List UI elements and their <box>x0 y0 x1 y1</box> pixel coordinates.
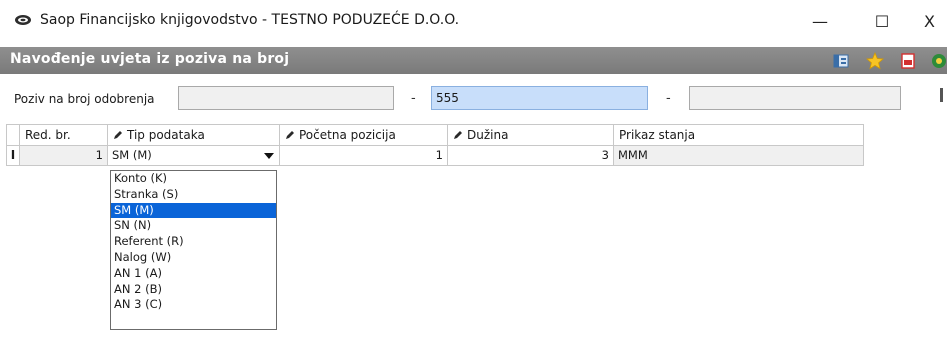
pdf-icon[interactable] <box>899 52 917 70</box>
column-header-tip-podataka[interactable]: Tip podataka <box>108 124 280 146</box>
dropdown-option[interactable]: Konto (K) <box>111 171 276 187</box>
dropdown-option[interactable]: AN 3 (C) <box>111 297 276 313</box>
pencil-icon <box>454 131 462 139</box>
poziv-field-3[interactable] <box>689 86 901 110</box>
close-icon: X <box>924 11 935 31</box>
separator-dash: - <box>411 91 416 106</box>
dropdown-option[interactable]: AN 1 (A) <box>111 266 276 282</box>
pencil-icon <box>114 131 122 139</box>
column-header-prikaz-stanja[interactable]: Prikaz stanja <box>614 124 864 146</box>
column-header-red-br[interactable]: Red. br. <box>20 124 108 146</box>
app-logo-icon <box>15 15 31 25</box>
help-icon[interactable] <box>930 52 947 70</box>
cell-duzina[interactable]: 3 <box>448 146 614 166</box>
column-label: Početna pozicija <box>299 128 396 142</box>
dropdown-option[interactable]: Stranka (S) <box>111 187 276 203</box>
combo-dropdown-button[interactable] <box>260 148 278 164</box>
cell-prikaz-stanja: MMM <box>614 146 864 166</box>
dropdown-option[interactable]: AN 2 (B) <box>111 282 276 298</box>
column-header-pocetna-pozicija[interactable]: Početna pozicija <box>280 124 448 146</box>
poziv-label: Poziv na broj odobrenja <box>14 92 155 106</box>
dropdown-option-selected[interactable]: SM (M) <box>111 202 276 219</box>
column-header-duzina[interactable]: Dužina <box>448 124 614 146</box>
maximize-button[interactable]: ☐ <box>862 8 902 34</box>
minimize-button[interactable]: — <box>800 8 840 34</box>
close-button[interactable]: X <box>924 8 947 34</box>
dropdown-option[interactable]: SN (N) <box>111 218 276 234</box>
poziv-field-1[interactable] <box>178 86 394 110</box>
cell-tip-podataka-combo[interactable]: SM (M) <box>108 146 280 166</box>
dropdown-option[interactable]: Referent (R) <box>111 234 276 250</box>
cell-red-br[interactable]: 1 <box>20 146 108 166</box>
column-label: Tip podataka <box>127 128 205 142</box>
row-selector-header <box>6 124 20 146</box>
form-header: Navođenje uvjeta iz poziva na broj <box>0 47 947 74</box>
pencil-icon <box>286 131 294 139</box>
tip-podataka-dropdown-list[interactable]: Konto (K) Stranka (S) SM (M) SN (N) Refe… <box>110 170 277 330</box>
star-icon[interactable] <box>866 52 884 70</box>
poziv-field-2[interactable]: 555 <box>431 86 648 110</box>
form-title: Navođenje uvjeta iz poziva na broj <box>10 51 290 67</box>
separator-dash: - <box>666 91 671 106</box>
window-titlebar: Saop Financijsko knjigovodstvo - TESTNO … <box>0 0 947 42</box>
row-marker[interactable]: I <box>6 146 20 166</box>
column-label: Prikaz stanja <box>619 128 696 142</box>
dropdown-option[interactable]: Nalog (W) <box>111 250 276 266</box>
column-label: Red. br. <box>25 128 71 142</box>
minimize-icon: — <box>812 11 828 31</box>
edge-marker <box>940 88 943 102</box>
layout-icon[interactable] <box>832 52 850 70</box>
chevron-down-icon <box>264 153 274 159</box>
cell-pocetna-pozicija[interactable]: 1 <box>280 146 448 166</box>
maximize-icon: ☐ <box>874 11 890 31</box>
column-label: Dužina <box>467 128 509 142</box>
combo-value: SM (M) <box>112 148 152 162</box>
window-title: Saop Financijsko knjigovodstvo - TESTNO … <box>40 12 460 28</box>
